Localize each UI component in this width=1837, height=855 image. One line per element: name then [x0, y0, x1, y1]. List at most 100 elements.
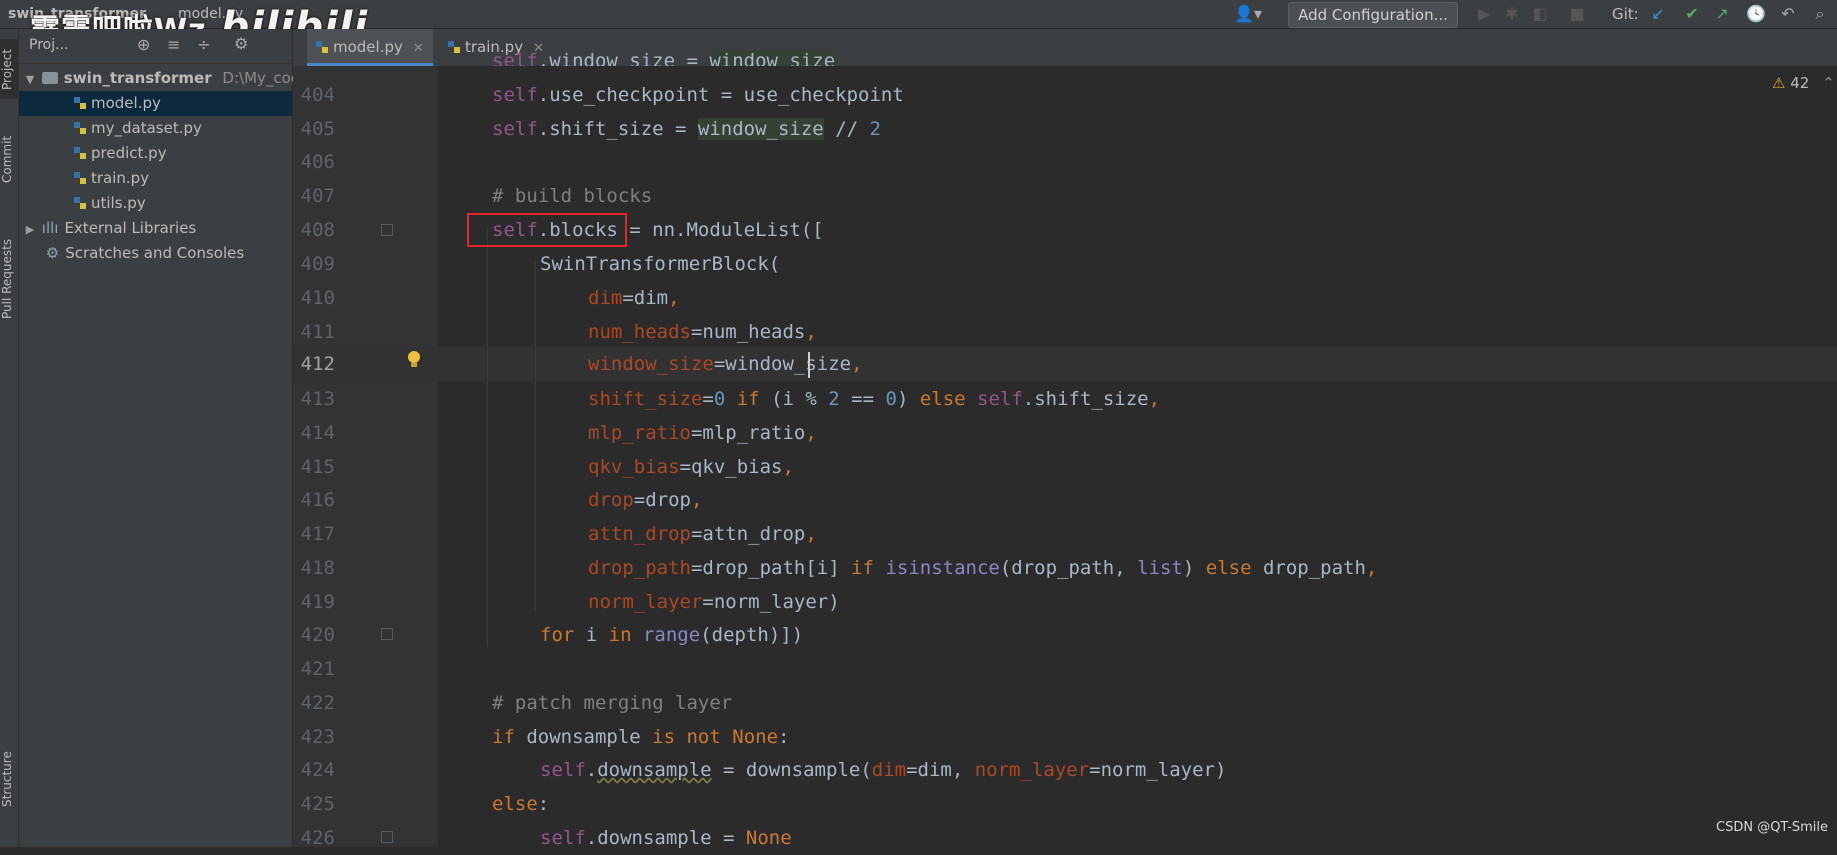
text-cursor: [808, 352, 810, 378]
history-icon[interactable]: 🕓: [1746, 4, 1766, 24]
python-file-icon: [74, 147, 86, 159]
tab-model-py[interactable]: model.py ✕: [307, 29, 433, 66]
external-libraries-label: External Libraries: [64, 219, 197, 237]
git-update-icon[interactable]: ↙: [1648, 4, 1668, 24]
tree-scratches[interactable]: ⚙ Scratches and Consoles: [19, 241, 292, 266]
tree-external-libraries[interactable]: ▶ ıllı External Libraries: [19, 216, 292, 241]
code-line-403: self.window_size = window_size: [492, 46, 836, 66]
line-number: 407: [300, 185, 335, 207]
line-number-current: 412: [300, 353, 335, 375]
warnings-indicator[interactable]: ⚠ 42 ⌃: [1772, 74, 1835, 92]
line-number: 411: [300, 321, 335, 343]
python-file-icon: [74, 172, 86, 184]
gear-icon[interactable]: ⚙: [234, 34, 248, 53]
python-file-icon: [74, 122, 86, 134]
locate-icon[interactable]: ⊕: [137, 35, 150, 54]
line-number: 424: [300, 759, 335, 781]
project-tool-tab[interactable]: Project: [0, 39, 18, 99]
scratches-icon: ⚙: [45, 244, 60, 262]
project-panel-header: Proj... ⊕ ≡ ÷ ⚙: [19, 29, 292, 64]
structure-tool-tab[interactable]: Structure: [0, 739, 18, 819]
stop-icon[interactable]: ■: [1567, 4, 1587, 24]
line-number: 425: [300, 793, 335, 815]
python-file-icon: [74, 197, 86, 209]
line-number: 405: [300, 118, 335, 140]
pull-requests-tool-tab[interactable]: Pull Requests: [0, 224, 18, 334]
line-number: 414: [300, 422, 335, 444]
debug-icon[interactable]: ✱: [1502, 4, 1522, 24]
line-number: 421: [300, 658, 335, 680]
python-file-icon: [316, 41, 328, 53]
project-panel: Proj... ⊕ ≡ ÷ ⚙ ▼ swin_transformer D:\My…: [19, 29, 310, 847]
fold-marker-icon[interactable]: [381, 628, 393, 640]
code-line-418: drop_path=drop_path[i] if isinstance(dro…: [588, 557, 1378, 579]
line-number: 413: [300, 388, 335, 410]
rollback-icon[interactable]: ↶: [1778, 4, 1798, 24]
chevron-right-icon[interactable]: ▶: [23, 217, 37, 242]
warning-count: 42: [1790, 74, 1810, 92]
library-icon: ıllı: [41, 219, 59, 237]
python-file-icon: [74, 97, 86, 109]
line-number: 416: [300, 489, 335, 511]
git-commit-icon[interactable]: ✔: [1682, 4, 1702, 24]
file-name: utils.py: [91, 194, 146, 212]
code-line-412: window_size=window_size,: [588, 353, 863, 375]
line-number: 420: [300, 624, 335, 646]
code-line-407: # build blocks: [492, 185, 653, 207]
close-icon[interactable]: ✕: [413, 41, 424, 56]
code-line-425: else:: [492, 793, 550, 815]
line-number: 406: [300, 151, 335, 173]
search-everywhere-icon[interactable]: ⌕: [1810, 4, 1830, 24]
lightbulb-icon[interactable]: [406, 350, 422, 370]
code-line-413: shift_size=0 if (i % 2 == 0) else self.s…: [588, 388, 1161, 410]
code-line-415: qkv_bias=qkv_bias,: [588, 456, 794, 478]
tree-file-model[interactable]: model.py: [19, 91, 292, 116]
collapse-all-icon[interactable]: ≡: [167, 35, 180, 54]
tree-file-predict[interactable]: predict.py: [19, 141, 292, 166]
git-push-icon[interactable]: ↗: [1712, 4, 1732, 24]
file-name: model.py: [91, 94, 161, 112]
code-line-420: for i in range(depth)]): [540, 624, 804, 646]
line-number: 426: [300, 827, 335, 849]
code-line-426: self.downsample = None: [540, 827, 792, 849]
coverage-icon[interactable]: ◧: [1530, 4, 1550, 24]
chevron-up-icon[interactable]: ⌃: [1822, 74, 1835, 92]
commit-tool-tab[interactable]: Commit: [0, 129, 18, 189]
highlight-annotation-box: [467, 213, 627, 247]
file-name: my_dataset.py: [91, 119, 202, 137]
add-configuration-button[interactable]: Add Configuration...: [1288, 2, 1458, 28]
code-line-405: self.shift_size = window_size // 2: [492, 118, 881, 140]
code-line-404: self.use_checkpoint = use_checkpoint: [492, 84, 904, 106]
code-line-414: mlp_ratio=mlp_ratio,: [588, 422, 817, 444]
user-icon[interactable]: 👤▾: [1233, 4, 1263, 24]
tree-root-folder[interactable]: ▼ swin_transformer D:\My_code: [19, 66, 310, 92]
run-icon[interactable]: ▶: [1474, 4, 1494, 24]
line-number: 409: [300, 253, 335, 275]
warning-icon: ⚠: [1772, 74, 1786, 92]
line-number: 417: [300, 523, 335, 545]
line-number: 410: [300, 287, 335, 309]
tree-file-train[interactable]: train.py: [19, 166, 292, 191]
code-line-416: drop=drop,: [588, 489, 703, 511]
project-view-selector[interactable]: Proj...: [29, 37, 68, 53]
tool-window-strip: Project Commit Pull Requests Structure: [0, 29, 19, 847]
line-number: 404: [300, 84, 335, 106]
code-line-423: if downsample is not None:: [492, 726, 790, 748]
root-folder-name: swin_transformer: [63, 69, 212, 87]
folder-icon: [41, 72, 58, 84]
chevron-down-icon[interactable]: ▼: [23, 67, 37, 92]
file-name: predict.py: [91, 144, 167, 162]
code-line-422: # patch merging layer: [492, 692, 733, 714]
code-line-424: self.downsample = downsample(dim=dim, no…: [540, 759, 1227, 781]
line-number: 418: [300, 557, 335, 579]
tree-file-utils[interactable]: utils.py: [19, 191, 292, 216]
tab-label: model.py: [333, 38, 403, 56]
python-file-icon: [448, 41, 460, 53]
code-line-417: attn_drop=attn_drop,: [588, 523, 817, 545]
tree-file-my-dataset[interactable]: my_dataset.py: [19, 116, 292, 141]
expand-icon[interactable]: ÷: [197, 35, 210, 54]
fold-marker-icon[interactable]: [381, 224, 393, 236]
fold-marker-icon[interactable]: [381, 831, 393, 843]
indent-guide: [535, 261, 536, 611]
scratches-label: Scratches and Consoles: [65, 244, 245, 262]
